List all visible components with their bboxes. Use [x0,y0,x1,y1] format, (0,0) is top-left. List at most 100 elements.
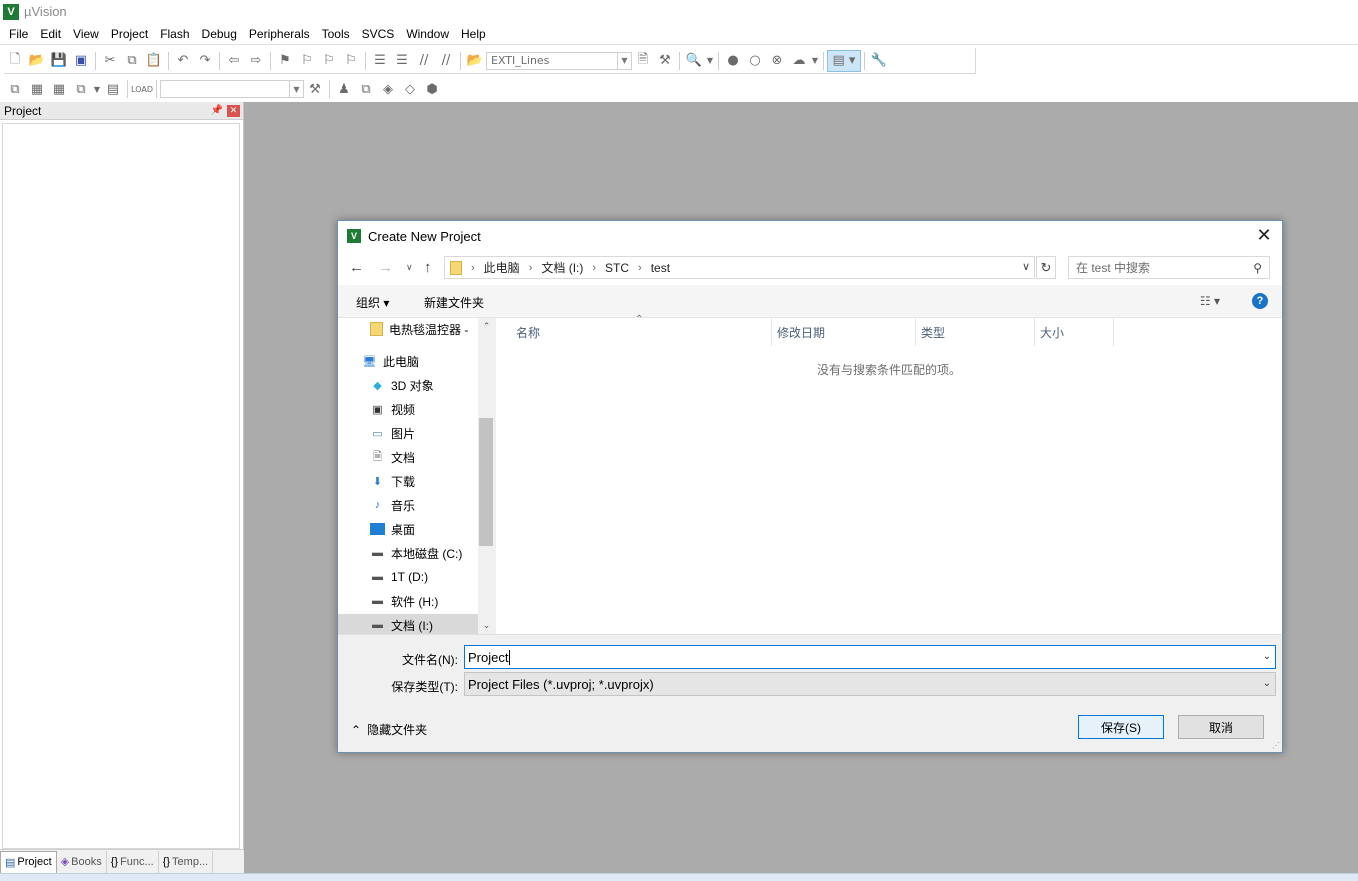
window-layout-icon[interactable]: ▤ ▾ [827,49,861,72]
filename-field[interactable]: Project ⌄ [464,645,1276,669]
file-extensions-icon[interactable]: ♟ [333,78,355,100]
project-tree[interactable] [2,123,240,849]
batch-build-icon[interactable]: ⧉ [70,78,92,100]
up-arrow-icon[interactable]: ↑ [424,259,432,276]
unindent-icon[interactable]: ☰ [391,50,413,72]
tab-templates[interactable]: {} Temp... [159,850,214,873]
nav-item-downloads[interactable]: ⬇ 下载 [338,470,478,492]
save-all-icon[interactable]: ▣ [70,50,92,72]
chevron-down-icon[interactable]: ∨ [1022,260,1030,273]
close-icon[interactable]: ✕ [227,104,240,117]
bookmark-icon[interactable]: ⚑ [274,50,296,72]
undo-icon[interactable]: ↶ [172,50,194,72]
pin-icon[interactable]: 📌 [211,105,223,116]
nav-item-videos[interactable]: ▣ 视频 [338,398,478,420]
rebuild-icon[interactable]: ▦ [48,78,70,100]
chevron-down-icon[interactable]: ⌄ [1263,651,1271,662]
navigate-forward-icon[interactable]: ⇨ [245,50,267,72]
stop-build-icon[interactable]: ▤ [102,78,124,100]
pack-installer-icon[interactable]: ◇ [399,78,421,100]
help-icon[interactable]: ? [1252,293,1268,309]
redo-icon[interactable]: ↷ [194,50,216,72]
menu-flash[interactable]: Flash [154,27,195,41]
address-bar[interactable]: › 此电脑 › 文档 (I:) › STC › test ∨ [444,256,1035,279]
nav-item-3d-objects[interactable]: ◆ 3D 对象 [338,374,478,396]
comment-icon[interactable]: // [413,50,435,72]
nav-item-drive-d[interactable]: ▬ 1T (D:) [338,566,478,588]
rte-icon[interactable]: ⬢ [421,78,443,100]
refresh-icon[interactable]: ↻ [1036,256,1056,279]
view-options-icon[interactable]: ☷ ▾ [1200,294,1220,308]
nav-item-folder[interactable]: 电热毯温控器 - [338,318,478,340]
manage-components-icon[interactable]: ⧉ [355,78,377,100]
menu-peripherals[interactable]: Peripherals [243,27,316,41]
enable-breakpoint-icon[interactable]: ○ [744,50,766,72]
build-icon[interactable]: ▦ [26,78,48,100]
prev-bookmark-icon[interactable]: ⚐ [296,50,318,72]
breadcrumb-test[interactable]: test [651,261,670,275]
breadcrumb-stc[interactable]: STC [605,261,629,275]
column-type[interactable]: 类型 [915,318,1035,346]
find-icon[interactable]: ⚒ [654,50,676,72]
nav-scrollbar[interactable]: ⌃ ⌄ [478,318,495,634]
nav-item-documents[interactable]: 🗎 文档 [338,446,478,468]
column-modified-date[interactable]: 修改日期 [771,318,916,346]
next-bookmark-icon[interactable]: ⚐ [318,50,340,72]
nav-item-music[interactable]: ♪ 音乐 [338,494,478,516]
menu-window[interactable]: Window [400,27,455,41]
select-packs-icon[interactable]: ◈ [377,78,399,100]
insert-breakpoint-icon[interactable]: ● [722,50,744,72]
save-button[interactable]: 保存(S) [1078,715,1164,739]
scrollbar-thumb[interactable] [479,418,493,546]
breadcrumb-this-pc[interactable]: 此电脑 [484,259,520,276]
kill-breakpoints-icon[interactable]: ☁ [788,50,810,72]
nav-item-drive-h[interactable]: ▬ 软件 (H:) [338,590,478,612]
configure-icon[interactable]: 🔧 [868,50,890,72]
column-size[interactable]: 大小 [1034,318,1114,346]
forward-arrow-icon[interactable]: → [378,259,393,276]
menu-help[interactable]: Help [455,27,492,41]
new-file-icon[interactable]: 🗋 [4,50,26,72]
hide-folders-toggle[interactable]: ⌃ 隐藏文件夹 [351,721,427,738]
open-file-icon[interactable]: 📂 [26,50,48,72]
nav-item-desktop[interactable]: 桌面 [338,518,478,540]
save-icon[interactable]: 💾 [48,50,70,72]
breadcrumb-drive[interactable]: 文档 (I:) [541,259,583,276]
select-target-combo[interactable]: ▼ [160,80,304,98]
new-folder-button[interactable]: 新建文件夹 [424,294,484,311]
chevron-down-icon[interactable]: ⌄ [478,617,495,634]
chevron-up-icon[interactable]: ⌃ [478,318,495,335]
cut-icon[interactable]: ✂ [99,50,121,72]
indent-icon[interactable]: ☰ [369,50,391,72]
find-in-files-icon[interactable]: 📂 [464,50,486,72]
download-icon[interactable]: LOAD [131,78,153,100]
resize-grip-icon[interactable]: ⋰ [1272,741,1280,750]
file-list[interactable]: ⌃ 名称 修改日期 类型 大小 没有与搜索条件匹配的项。 [496,314,1282,634]
target-options-icon[interactable]: ⚒ [304,78,326,100]
close-icon[interactable]: ✕ [1254,226,1274,246]
debug-session-icon[interactable]: 🔍 [683,50,705,72]
menu-edit[interactable]: Edit [34,27,67,41]
cancel-button[interactable]: 取消 [1178,715,1264,739]
tab-functions[interactable]: {} Func... [107,850,159,873]
dropdown-arrow-icon[interactable]: ▼ [810,50,820,72]
uncomment-icon[interactable]: // [435,50,457,72]
nav-item-pictures[interactable]: ▭ 图片 [338,422,478,444]
menu-svcs[interactable]: SVCS [356,27,401,41]
copy-icon[interactable]: ⧉ [121,50,143,72]
menu-view[interactable]: View [67,27,105,41]
incremental-find-icon[interactable]: 🗎 [632,50,654,72]
tab-project[interactable]: ▤ Project [0,850,57,873]
column-name[interactable]: 名称 [510,318,772,346]
target-combo[interactable]: EXTI_Lines ▼ [486,51,632,70]
menu-debug[interactable]: Debug [196,27,243,41]
clear-bookmarks-icon[interactable]: ⚐ [340,50,362,72]
chevron-down-icon[interactable]: ∨ [406,262,413,273]
menu-project[interactable]: Project [105,27,154,41]
translate-icon[interactable]: ⧉ [4,78,26,100]
search-input[interactable]: 在 test 中搜索 ⚲ [1068,256,1270,279]
menu-file[interactable]: File [3,27,34,41]
dropdown-arrow-icon[interactable]: ▼ [92,78,102,100]
nav-item-drive-i[interactable]: ▬ 文档 (I:) [338,614,478,634]
tab-books[interactable]: ◈ Books [57,850,107,873]
